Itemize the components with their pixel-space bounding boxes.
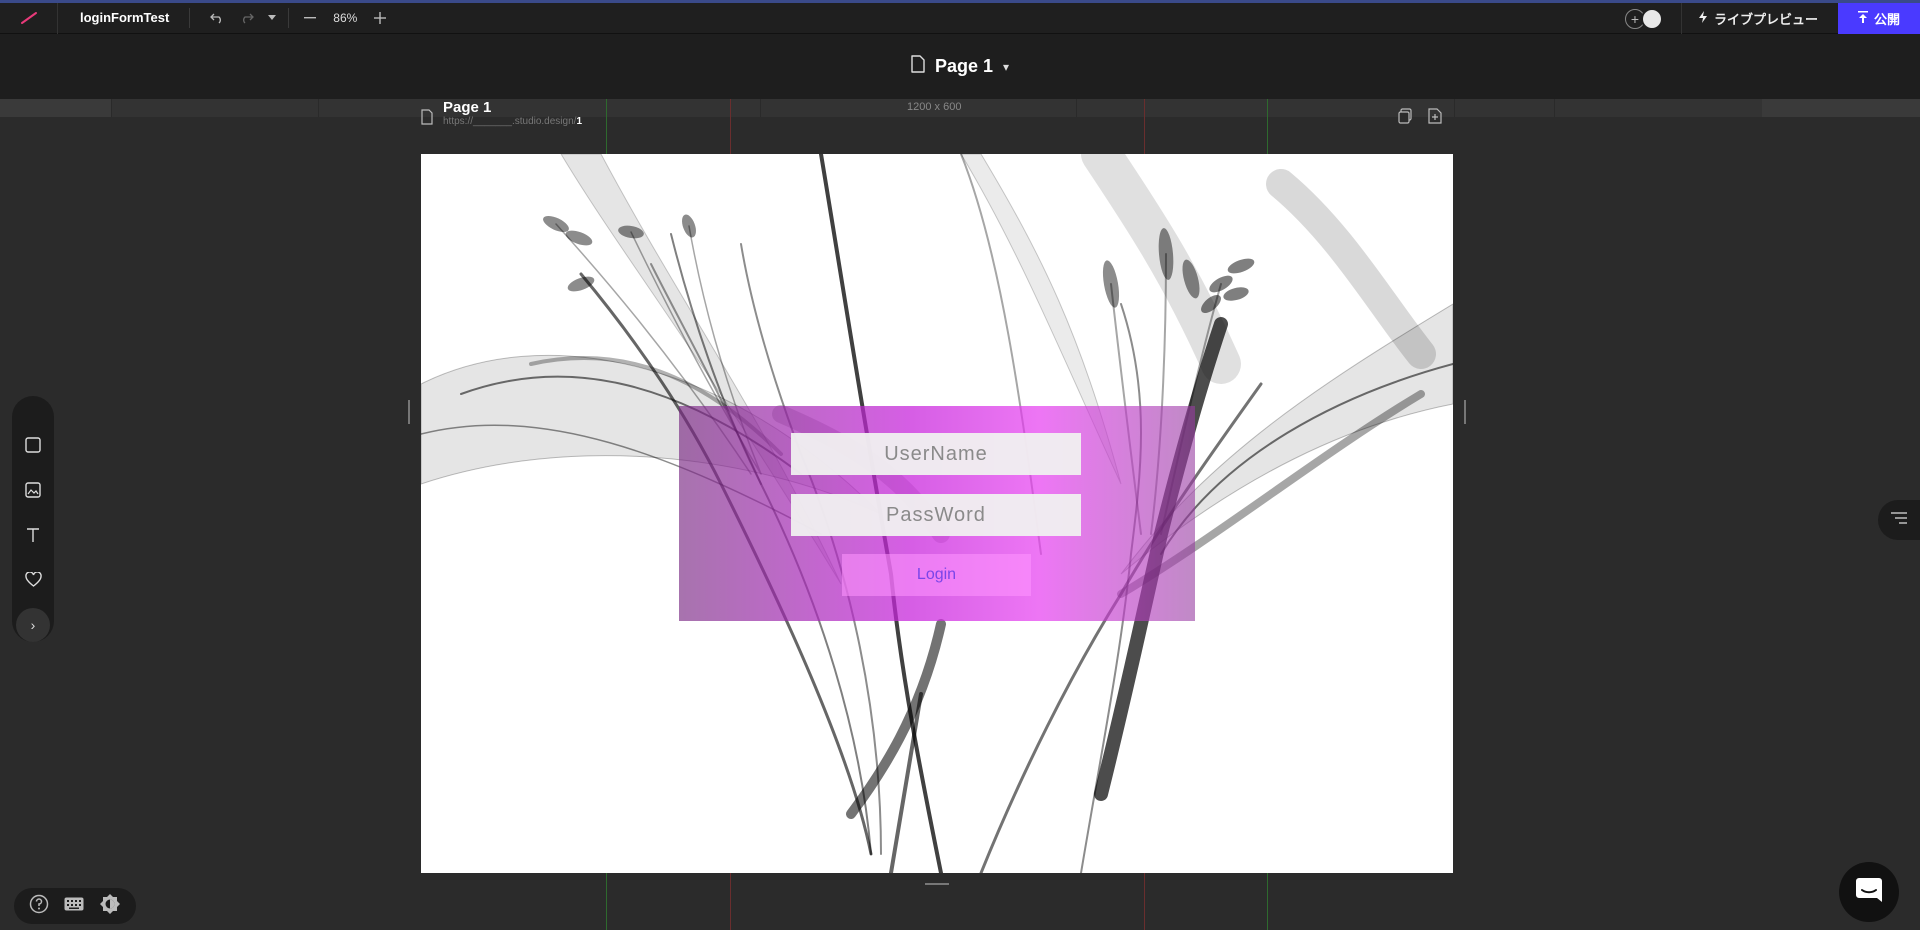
zoom-out-icon[interactable] [295, 3, 325, 33]
text-icon[interactable] [12, 512, 54, 557]
studio-logo-icon[interactable] [0, 2, 58, 34]
keyboard-icon[interactable] [64, 897, 84, 916]
login-button[interactable]: Login [842, 554, 1031, 596]
toolbar-divider [288, 8, 290, 28]
image-icon[interactable] [12, 467, 54, 512]
canvas-size-label: 1200 x 600 [907, 101, 962, 113]
frame-title[interactable]: Page 1 [443, 99, 582, 116]
chat-icon [1855, 876, 1883, 909]
help-icon[interactable] [29, 894, 49, 919]
upload-icon [1857, 11, 1868, 26]
zoom-level[interactable]: 86% [325, 11, 365, 25]
chat-support-button[interactable] [1839, 862, 1899, 922]
add-page-icon[interactable] [1428, 108, 1442, 129]
publish-label: 公開 [1873, 12, 1900, 27]
top-right-actions: + ライブプレビュー 公開 [1624, 3, 1920, 34]
layers-panel-toggle[interactable] [1878, 500, 1920, 540]
box-icon[interactable] [12, 422, 54, 467]
frame-url: https://_______.studio.design/1 [443, 116, 582, 127]
project-title[interactable]: loginFormTest [58, 8, 191, 28]
bottom-resize-handle[interactable] [925, 883, 949, 885]
page-selector[interactable]: Page 1 [935, 56, 993, 77]
publish-button[interactable]: 公開 [1838, 3, 1920, 34]
username-input[interactable]: UserName [791, 433, 1081, 475]
undo-icon[interactable] [202, 3, 232, 33]
redo-icon[interactable] [232, 3, 262, 33]
frame-header: Page 1 https://_______.studio.design/1 [421, 99, 582, 139]
lightning-icon [1698, 11, 1708, 26]
right-resize-handle[interactable] [1464, 400, 1466, 424]
left-toolbar: › [12, 396, 54, 642]
duplicate-icon[interactable] [1398, 108, 1412, 129]
zoom-in-icon[interactable] [365, 3, 395, 33]
bottom-left-toolbar [14, 888, 136, 924]
left-resize-handle[interactable] [408, 400, 410, 424]
menu-lines-icon [1890, 511, 1908, 529]
login-form-panel: UserName PassWord Login [679, 406, 1195, 621]
avatar[interactable] [1640, 7, 1663, 30]
page-canvas[interactable]: UserName PassWord Login [421, 154, 1453, 873]
frame-actions [1398, 108, 1442, 129]
live-preview-label: ライブプレビュー [1713, 12, 1818, 27]
history-dropdown-icon[interactable] [262, 3, 282, 33]
page-icon [421, 109, 433, 130]
heart-icon[interactable] [12, 557, 54, 602]
top-toolbar: loginFormTest 86% + ライブプレビュー 公開 [0, 0, 1920, 34]
password-input[interactable]: PassWord [791, 494, 1081, 536]
chevron-right-icon[interactable]: › [16, 608, 50, 642]
theme-icon[interactable] [99, 893, 121, 920]
horizontal-ruler: 1200 x 600 [0, 99, 1920, 117]
page-icon [911, 55, 925, 78]
page-dropdown-icon[interactable]: ▾ [1003, 60, 1009, 74]
live-preview-button[interactable]: ライブプレビュー [1680, 3, 1838, 34]
page-selector-bar: Page 1 ▾ [0, 34, 1920, 99]
